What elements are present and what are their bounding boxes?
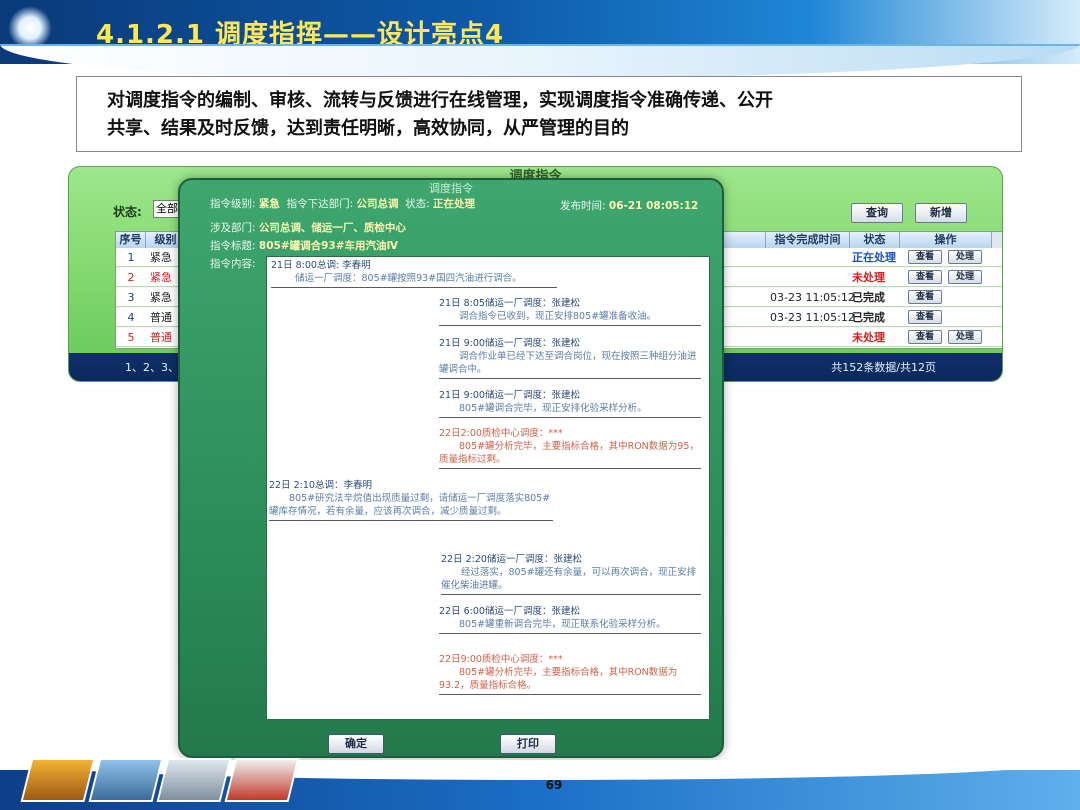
row-complete-time <box>770 328 854 347</box>
row-complete-time: 03-23 11:05:12 <box>770 311 854 324</box>
dept-label: 指令下达部门: <box>286 198 354 210</box>
content-label: 指令内容: <box>210 258 256 270</box>
message-item: 21日 9:00储运一厂调度：张建松 805#罐调合完毕，现正安排化验采样分析。 <box>439 389 701 418</box>
row-complete-time: 03-23 11:05:12 <box>770 291 854 304</box>
dialog-title: 调度指令 <box>429 182 473 195</box>
confirm-button[interactable]: 确定 <box>328 734 384 754</box>
plant-photo-icon <box>88 758 164 802</box>
message-item: 22日2:00质检中心调度：*** 805#罐分析完毕，主要指标合格，其中RON… <box>439 427 701 469</box>
row-status: 正在处理 <box>852 251 896 264</box>
view-button[interactable]: 查看 <box>908 270 942 284</box>
process-button[interactable]: 处理 <box>948 330 982 344</box>
row-index: 1 <box>127 251 135 264</box>
dispatch-detail-dialog: 调度指令 指令级别: 紧急 指令下达部门: 公司总调 状态: 正在处理 发布时间… <box>178 178 724 758</box>
involved-label: 涉及部门: <box>210 222 256 234</box>
tower-photo-icon <box>156 758 232 802</box>
station-photo-icon <box>224 758 300 802</box>
row-index: 5 <box>127 331 135 344</box>
row-index: 2 <box>127 271 135 284</box>
header-swoosh <box>0 44 1080 80</box>
view-button[interactable]: 查看 <box>908 250 942 264</box>
involved-value: 公司总调、储运一厂、质检中心 <box>258 222 406 234</box>
level-value: 紧急 <box>258 198 280 210</box>
dialog-subject-row: 指令标题: 805#罐调合93#车用汽油Ⅳ <box>210 238 398 253</box>
time-label: 发布时间: <box>560 200 606 212</box>
pager-links[interactable]: 1、2、3、 <box>125 359 179 375</box>
row-index: 3 <box>127 291 135 304</box>
row-status: 未处理 <box>852 271 885 284</box>
description-box: 对调度指令的编制、审核、流转与反馈进行在线管理，实现调度指令准确传递、公开 共享… <box>76 76 1022 152</box>
process-button[interactable]: 处理 <box>948 270 982 284</box>
col-header-status: 状态 <box>850 232 900 248</box>
description-line-2: 共享、结果及时反馈，达到责任明晰，高效协同，从严管理的目的 <box>107 118 629 139</box>
dialog-time-row: 发布时间: 06-21 08:05:12 <box>560 198 698 213</box>
add-button[interactable]: 新增 <box>915 203 967 223</box>
query-button[interactable]: 查询 <box>851 203 903 223</box>
subject-label: 指令标题: <box>210 240 256 252</box>
description-line-1: 对调度指令的编制、审核、流转与反馈进行在线管理，实现调度指令准确传递、公开 <box>107 90 773 111</box>
view-button[interactable]: 查看 <box>908 330 942 344</box>
message-item: 21日 8:00总调: 李春明 储运一厂调度：805#罐按照93#国四汽油进行调… <box>271 259 557 288</box>
status-filter-label: 状态: <box>113 205 142 219</box>
refinery-photo-icon <box>20 758 96 802</box>
row-status: 未处理 <box>852 331 885 344</box>
row-status: 已完成 <box>852 311 885 324</box>
view-button[interactable]: 查看 <box>908 310 942 324</box>
row-complete-time <box>770 268 854 287</box>
col-header-complete-time: 指令完成时间 <box>766 232 850 248</box>
scrollbar[interactable] <box>992 232 1002 248</box>
message-item: 22日9:00质检中心调度：*** 805#罐分析完毕，主要指标合格，其中RON… <box>439 653 701 695</box>
footer-photo-strip <box>20 758 322 806</box>
time-value: 06-21 08:05:12 <box>608 200 699 212</box>
record-count: 共152条数据/共12页 <box>831 361 936 374</box>
dialog-level-row: 指令级别: 紧急 指令下达部门: 公司总调 状态: 正在处理 <box>210 196 475 211</box>
view-button[interactable]: 查看 <box>908 290 942 304</box>
level-label: 指令级别: <box>210 198 256 210</box>
message-item: 22日 6:00储运一厂调度：张建松 805#罐重新调合完毕，现正联系化验采样分… <box>439 605 701 634</box>
page-number: 69 <box>545 778 563 792</box>
print-button[interactable]: 打印 <box>500 734 556 754</box>
col-header-index: 序号 <box>116 232 146 248</box>
message-item: 22日 2:10总调：李春明 805#研究法辛烷值出现质量过剩，请储运一厂调度落… <box>269 479 553 521</box>
subject-value: 805#罐调合93#车用汽油Ⅳ <box>258 240 399 252</box>
message-item: 21日 8:05储运一厂调度：张建松 调合指令已收到，现正安排805#罐准备收油… <box>439 297 701 326</box>
dept-value: 公司总调 <box>356 198 399 210</box>
state-value: 正在处理 <box>433 198 476 210</box>
row-complete-time <box>770 248 854 267</box>
message-item: 21日 9:00储运一厂调度：张建松 调合作业单已经下达至调合岗位，现在按照三种… <box>439 337 701 379</box>
process-button[interactable]: 处理 <box>948 250 982 264</box>
col-header-action: 操作 <box>900 232 992 248</box>
dialog-message-log: 21日 8:00总调: 李春明 储运一厂调度：805#罐按照93#国四汽油进行调… <box>266 256 710 720</box>
row-index: 4 <box>127 311 135 324</box>
dialog-involved-row: 涉及部门: 公司总调、储运一厂、质检中心 <box>210 220 406 235</box>
message-item: 22日 2:20储运一厂调度：张建松 经过落实，805#罐还有余量，可以再次调合… <box>441 553 701 595</box>
row-status: 已完成 <box>852 291 885 304</box>
state-label: 状态: <box>405 198 430 210</box>
